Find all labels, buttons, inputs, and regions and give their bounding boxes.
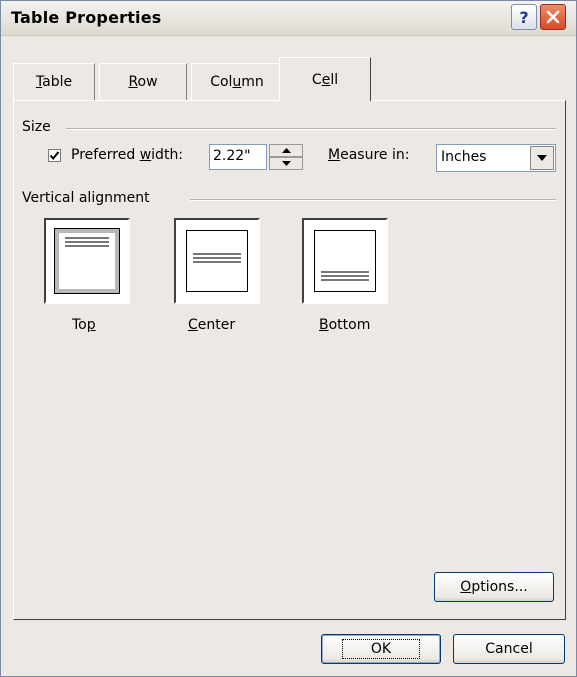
vertical-alignment-divider: [190, 199, 556, 201]
tab-row[interactable]: Row: [99, 63, 187, 100]
ok-button[interactable]: OK: [321, 634, 441, 664]
measure-in-value: Inches: [441, 149, 487, 165]
close-button[interactable]: [540, 4, 566, 30]
title-bar[interactable]: Table Properties ?: [1, 1, 576, 36]
cancel-button-label: Cancel: [485, 641, 533, 657]
tab-label: Cell: [311, 71, 339, 88]
vertical-alignment-group-label: Vertical alignment: [22, 190, 150, 206]
align-top-icon: [54, 228, 120, 294]
chevron-down-icon: [537, 155, 547, 161]
align-bottom-option[interactable]: [302, 218, 388, 304]
preferred-width-checkbox[interactable]: [48, 149, 61, 162]
tab-table[interactable]: Table: [13, 63, 95, 100]
tab-label: Table: [35, 74, 73, 90]
options-button[interactable]: Options...: [434, 572, 554, 602]
size-group-label: Size: [22, 119, 51, 135]
checkmark-icon: [49, 151, 60, 161]
preferred-width-label: Preferred width:: [71, 147, 184, 163]
cancel-button[interactable]: Cancel: [453, 634, 565, 664]
measure-in-select[interactable]: Inches: [436, 144, 556, 172]
tab-column[interactable]: Column: [191, 63, 283, 100]
tab-cell[interactable]: Cell: [279, 57, 371, 101]
spin-up-button[interactable]: [269, 144, 303, 157]
align-center-option[interactable]: [174, 218, 260, 304]
align-center-label: Center: [188, 317, 236, 333]
preferred-width-input[interactable]: 2.22": [209, 144, 267, 170]
align-top-option[interactable]: [44, 218, 130, 304]
help-button[interactable]: ?: [511, 4, 537, 30]
align-bottom-label: Bottom: [319, 317, 371, 333]
align-top-label: Top: [72, 317, 96, 333]
size-divider: [66, 128, 556, 130]
preferred-width-spinner: [269, 144, 303, 170]
spin-down-button[interactable]: [269, 157, 303, 170]
close-icon: [546, 10, 560, 24]
table-properties-dialog: Table Properties ? Table Row Column Cell…: [0, 0, 577, 677]
arrow-up-icon: [281, 148, 291, 153]
ok-button-label: OK: [341, 639, 421, 659]
tab-label: Column: [210, 74, 264, 90]
tab-label: Row: [128, 74, 158, 90]
measure-in-dropdown-button[interactable]: [530, 146, 554, 170]
arrow-down-icon: [281, 161, 291, 166]
help-icon: ?: [519, 7, 529, 27]
cell-tab-panel: Size Preferred width: 2.22" Measure in: …: [13, 100, 566, 620]
measure-in-label: Measure in:: [328, 147, 410, 163]
dialog-title: Table Properties: [11, 8, 162, 27]
align-bottom-icon: [314, 230, 376, 292]
align-center-icon: [186, 230, 248, 292]
options-button-label: Options...: [460, 579, 528, 595]
